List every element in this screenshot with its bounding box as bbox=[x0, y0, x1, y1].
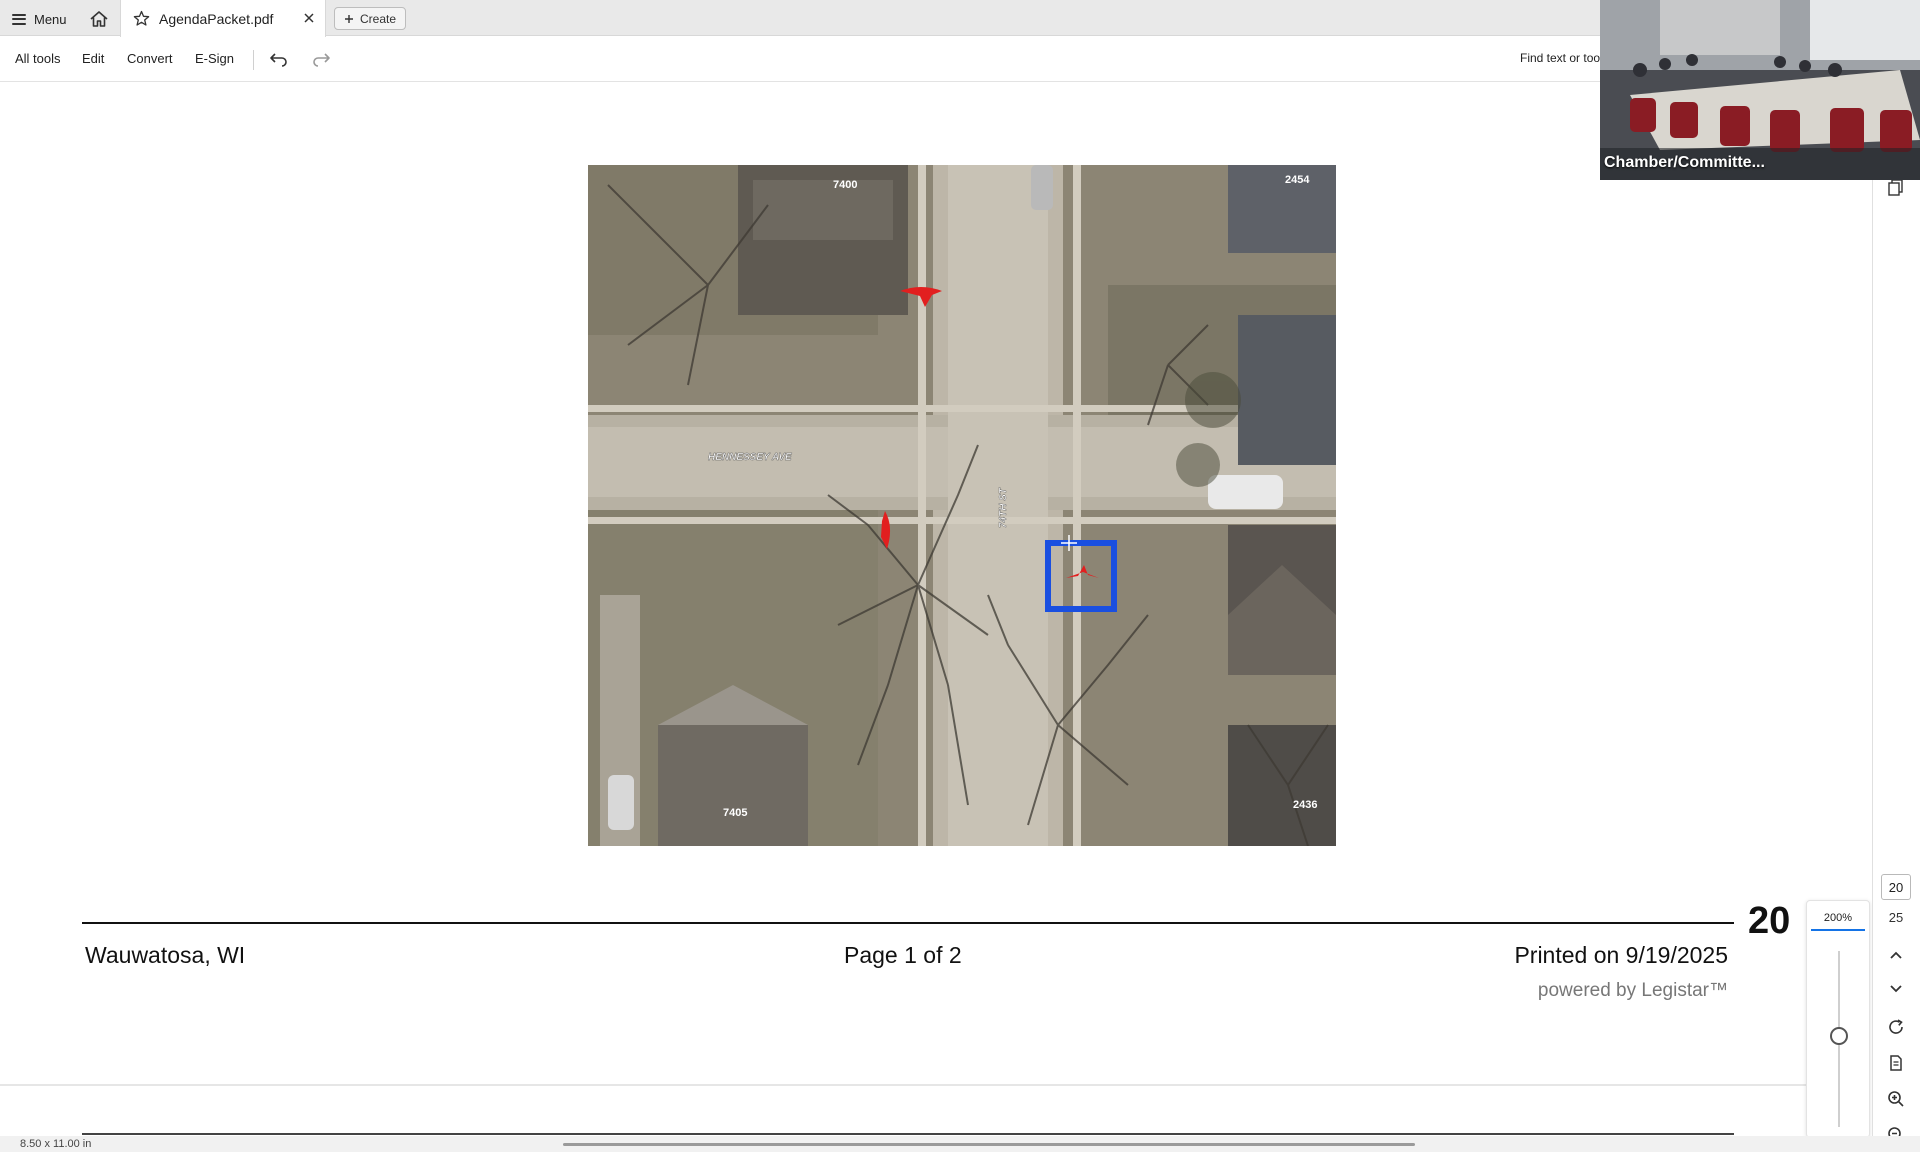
acrobat-window: Menu AgendaPacket.pdf Create All tools E… bbox=[0, 0, 1920, 1152]
rotate-icon bbox=[1889, 1019, 1903, 1034]
rotate-button[interactable] bbox=[1883, 1014, 1909, 1040]
map-label-2454: 2454 bbox=[1285, 174, 1310, 186]
toolbar-divider bbox=[253, 50, 254, 70]
pdf-page[interactable]: 7400 2454 HENNESSEY AVE 74TH ST 7405 243… bbox=[0, 82, 1844, 1086]
page-display-button[interactable] bbox=[1883, 1050, 1909, 1076]
map-label-74th-st: 74TH ST bbox=[998, 487, 1009, 528]
convert-button[interactable]: Convert bbox=[127, 51, 173, 66]
previous-page-button[interactable] bbox=[1883, 942, 1909, 968]
find-text-search[interactable]: Find text or too bbox=[1520, 51, 1600, 65]
aerial-map-image: 7400 2454 HENNESSEY AVE 74TH ST 7405 243… bbox=[588, 165, 1336, 846]
page-number-large: 20 bbox=[1748, 900, 1791, 942]
video-overlay[interactable]: Chamber/Committe... bbox=[1600, 0, 1920, 180]
menu-label: Menu bbox=[34, 11, 67, 27]
page-size-text: 8.50 x 11.00 in bbox=[20, 1138, 92, 1150]
undo-icon bbox=[270, 53, 287, 67]
meeting-room-video bbox=[1600, 0, 1920, 180]
chevron-down-icon bbox=[1890, 985, 1902, 993]
next-page-button[interactable] bbox=[1883, 976, 1909, 1002]
right-rail: 20 25 bbox=[1872, 82, 1920, 1152]
status-bar: 8.50 x 11.00 in bbox=[0, 1136, 1920, 1152]
page-icon bbox=[1890, 1055, 1902, 1071]
plus-icon bbox=[345, 14, 353, 23]
undo-button[interactable] bbox=[268, 48, 290, 70]
create-label: Create bbox=[360, 11, 397, 26]
all-tools-button[interactable]: All tools bbox=[15, 51, 61, 66]
redo-button[interactable] bbox=[310, 48, 332, 70]
zoom-slider-thumb[interactable] bbox=[1830, 1027, 1848, 1045]
edit-button[interactable]: Edit bbox=[82, 51, 104, 66]
page-total: 25 bbox=[1888, 910, 1904, 925]
next-page-rule bbox=[82, 1133, 1734, 1135]
tab-agenda-packet[interactable]: AgendaPacket.pdf bbox=[120, 0, 326, 37]
star-icon[interactable] bbox=[133, 10, 151, 28]
map-label-7405: 7405 bbox=[723, 807, 747, 819]
footer-printed-date: Printed on 9/19/2025 bbox=[1514, 942, 1728, 968]
video-label: Chamber/Committe... bbox=[1604, 154, 1765, 171]
tab-title: AgendaPacket.pdf bbox=[159, 10, 274, 27]
create-button[interactable]: Create bbox=[334, 7, 407, 30]
copy-pages-icon bbox=[1888, 179, 1903, 196]
footer-divider bbox=[82, 922, 1734, 924]
close-icon[interactable] bbox=[301, 10, 317, 26]
map-label-2436: 2436 bbox=[1293, 799, 1317, 811]
zoom-level-field[interactable]: 200% bbox=[1811, 907, 1865, 931]
home-button[interactable] bbox=[86, 7, 112, 31]
home-icon bbox=[90, 11, 108, 27]
footer-powered-by: powered by Legistar™ bbox=[1537, 980, 1728, 1001]
horizontal-scrollbar[interactable] bbox=[563, 1143, 1415, 1146]
map-label-hennessey-ave: HENNESSEY AVE bbox=[708, 452, 792, 463]
zoom-in-button[interactable] bbox=[1883, 1086, 1909, 1112]
hamburger-icon bbox=[12, 13, 26, 25]
esign-button[interactable]: E-Sign bbox=[195, 51, 234, 66]
page-number-input[interactable]: 20 bbox=[1881, 874, 1911, 900]
redo-icon bbox=[313, 53, 330, 67]
zoom-in-icon bbox=[1888, 1091, 1904, 1107]
footer-city: Wauwatosa, WI bbox=[85, 942, 246, 968]
page-separator bbox=[0, 1084, 1808, 1086]
menu-button[interactable]: Menu bbox=[12, 8, 67, 30]
map-label-7400: 7400 bbox=[833, 179, 857, 191]
zoom-panel: 200% bbox=[1806, 900, 1870, 1138]
chevron-up-icon bbox=[1890, 951, 1902, 959]
footer-page-info: Page 1 of 2 bbox=[844, 942, 962, 968]
